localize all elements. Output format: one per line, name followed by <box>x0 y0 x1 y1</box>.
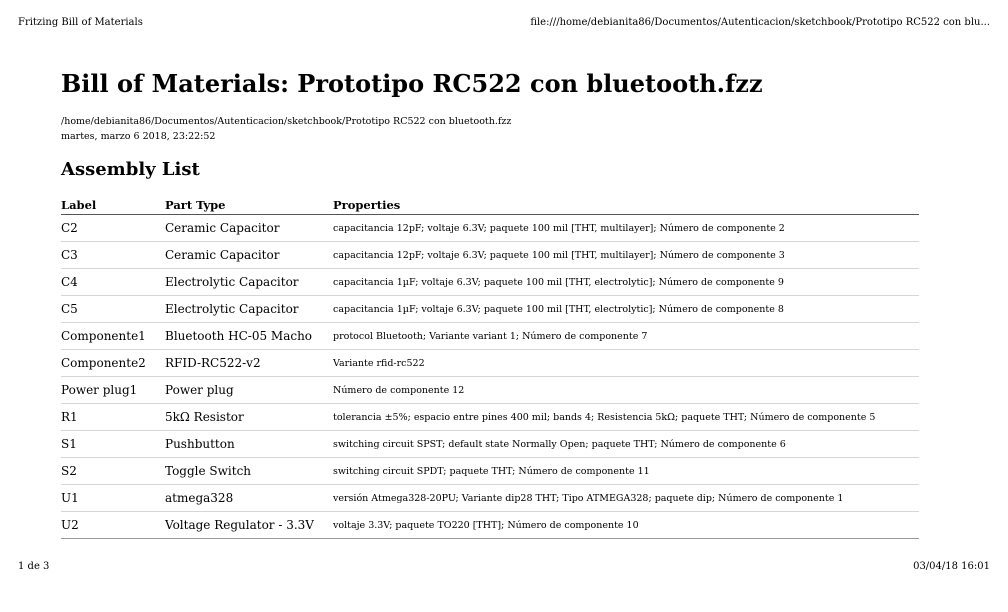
cell-part-type: Ceramic Capacitor <box>165 241 333 269</box>
cell-properties: protocol Bluetooth; Variante variant 1; … <box>333 322 919 350</box>
column-header-part-type: Part Type <box>165 194 333 215</box>
cell-properties: tolerancia ±5%; espacio entre pines 400 … <box>333 403 919 431</box>
cell-part-type: Electrolytic Capacitor <box>165 268 333 296</box>
table-row: C5 Electrolytic Capacitor capacitancia 1µF… <box>61 295 919 323</box>
cell-properties: switching circuit SPST; default state No… <box>333 430 919 458</box>
table-row: S2 Toggle Switch switching circuit SPDT; p… <box>61 457 919 485</box>
cell-label: U2 <box>61 511 165 539</box>
cell-part-type: atmega328 <box>165 484 333 512</box>
table-row: Componente2 RFID-RC522-v2 Variante rfid-rc… <box>61 349 919 377</box>
table-row: Power plug1 Power plug Número de component… <box>61 376 919 404</box>
cell-properties: voltaje 3.3V; paquete TO220 [THT]; Númer… <box>333 511 919 539</box>
cell-properties: Número de componente 12 <box>333 376 919 404</box>
file-path: /home/debianita86/Documentos/Autenticaci… <box>61 116 512 127</box>
page-number: 1 de 3 <box>18 561 50 572</box>
cell-label: R1 <box>61 403 165 431</box>
generation-date: martes, marzo 6 2018, 23:22:52 <box>61 131 216 142</box>
cell-label: U1 <box>61 484 165 512</box>
table-row: C2 Ceramic Capacitor capacitancia 12pF; vo… <box>61 214 919 242</box>
cell-properties: capacitancia 12pF; voltaje 6.3V; paquete… <box>333 241 919 269</box>
cell-part-type: Ceramic Capacitor <box>165 214 333 242</box>
cell-part-type: Electrolytic Capacitor <box>165 295 333 323</box>
table-row: U2 Voltage Regulator - 3.3V voltaje 3.3V; … <box>61 511 919 539</box>
cell-properties: switching circuit SPDT; paquete THT; Núm… <box>333 457 919 485</box>
assembly-list-table: Label Part Type Properties C2 Ceramic Cap… <box>61 194 919 539</box>
cell-properties: Variante rfid-rc522 <box>333 349 919 377</box>
table-row: C4 Electrolytic Capacitor capacitancia 1µF… <box>61 268 919 296</box>
cell-label: C3 <box>61 241 165 269</box>
cell-label: Componente2 <box>61 349 165 377</box>
cell-part-type: Bluetooth HC-05 Macho <box>165 322 333 350</box>
cell-part-type: RFID-RC522-v2 <box>165 349 333 377</box>
cell-label: Componente1 <box>61 322 165 350</box>
cell-label: Power plug1 <box>61 376 165 404</box>
cell-properties: versión Atmega328-20PU; Variante dip28 T… <box>333 484 919 512</box>
table-row: U1 atmega328 versión Atmega328-20PU; Varia… <box>61 484 919 512</box>
cell-properties: capacitancia 12pF; voltaje 6.3V; paquete… <box>333 214 919 242</box>
cell-properties: capacitancia 1µF; voltaje 6.3V; paquete … <box>333 295 919 323</box>
table-row: R1 5kΩ Resistor tolerancia ±5%; espacio en… <box>61 403 919 431</box>
cell-part-type: Toggle Switch <box>165 457 333 485</box>
table-row: C3 Ceramic Capacitor capacitancia 12pF; vo… <box>61 241 919 269</box>
cell-label: C5 <box>61 295 165 323</box>
print-header-url: file:///home/debianita86/Documentos/Aute… <box>530 17 990 28</box>
print-header-title: Fritzing Bill of Materials <box>18 17 143 28</box>
cell-part-type: Power plug <box>165 376 333 404</box>
page-title: Bill of Materials: Prototipo RC522 con b… <box>61 69 763 98</box>
cell-label: S2 <box>61 457 165 485</box>
print-datetime: 03/04/18 16:01 <box>913 561 990 572</box>
section-title-assembly-list: Assembly List <box>61 159 200 180</box>
cell-part-type: Voltage Regulator - 3.3V <box>165 511 333 539</box>
table-body: C2 Ceramic Capacitor capacitancia 12pF; vo… <box>61 214 919 539</box>
table-row: S1 Pushbutton switching circuit SPST; defa… <box>61 430 919 458</box>
column-header-label: Label <box>61 194 165 215</box>
cell-label: C2 <box>61 214 165 242</box>
table-header-row: Label Part Type Properties <box>61 194 919 215</box>
bom-document: Bill of Materials: Prototipo RC522 con b… <box>61 68 919 539</box>
cell-part-type: Pushbutton <box>165 430 333 458</box>
cell-part-type: 5kΩ Resistor <box>165 403 333 431</box>
cell-label: C4 <box>61 268 165 296</box>
cell-properties: capacitancia 1µF; voltaje 6.3V; paquete … <box>333 268 919 296</box>
cell-label: S1 <box>61 430 165 458</box>
table-row: Componente1 Bluetooth HC-05 Macho protocol… <box>61 322 919 350</box>
column-header-properties: Properties <box>333 194 919 215</box>
